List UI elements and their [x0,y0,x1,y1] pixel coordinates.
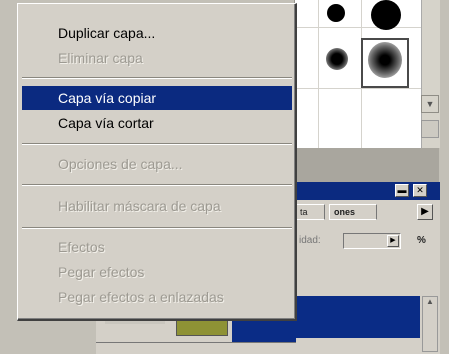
brush-hard-large[interactable] [371,0,401,30]
brush-grid-line [294,88,421,89]
minimize-icon[interactable]: ▬ [395,184,409,197]
layers-titlebar: ▬ ✕ [295,182,440,200]
tab-channels[interactable]: ta [295,204,325,220]
menu-item-pegar-efectos-enlazadas: Pegar efectos a enlazadas [58,289,224,305]
opacity-label: idad: [299,235,321,246]
menu-item-opciones-de-capa: Opciones de capa... [58,156,183,172]
menu-separator [22,143,292,145]
layers-tabs: ta ones ▶ [295,202,440,222]
close-icon[interactable]: ✕ [413,184,427,197]
layers-scrollbar[interactable]: ▲ [422,296,438,352]
panel-divider [96,342,296,343]
brush-selection-frame [361,38,409,88]
menu-item-capa-via-copiar[interactable]: Capa vía copiar [22,86,292,110]
layers-panel: ▬ ✕ ta ones ▶ idad: ▶ % ▲ [294,182,440,354]
brush-soft-medium[interactable] [326,48,348,70]
resize-grip[interactable] [421,120,439,138]
menu-separator [22,227,292,229]
brush-hard-small[interactable] [327,4,345,22]
opacity-input[interactable]: ▶ [343,233,401,249]
menu-item-duplicar-capa[interactable]: Duplicar capa... [22,21,292,45]
menu-item-eliminar-capa: Eliminar capa [58,50,143,66]
opacity-unit: % [417,235,426,246]
layer-row-selected[interactable] [295,296,420,338]
menu-separator [22,77,292,79]
spin-arrow-icon[interactable]: ▶ [387,235,399,247]
opacity-row: idad: ▶ % [295,230,440,254]
layer-context-menu: Duplicar capa... Eliminar capa Capa vía … [17,3,297,321]
menu-item-capa-via-cortar[interactable]: Capa vía cortar [22,111,292,135]
menu-separator [22,184,292,186]
menu-item-habilitar-mascara: Habilitar máscara de capa [58,198,221,214]
brush-grid-line [318,0,319,148]
panel-menu-arrow-icon[interactable]: ▶ [417,204,433,220]
workspace-gap [294,148,439,182]
scroll-down-icon[interactable]: ▼ [421,95,439,113]
brush-grid-line [294,27,421,28]
menu-item-pegar-efectos: Pegar efectos [58,264,145,280]
menu-item-efectos: Efectos [58,239,105,255]
tab-layers[interactable]: ones [329,204,377,220]
